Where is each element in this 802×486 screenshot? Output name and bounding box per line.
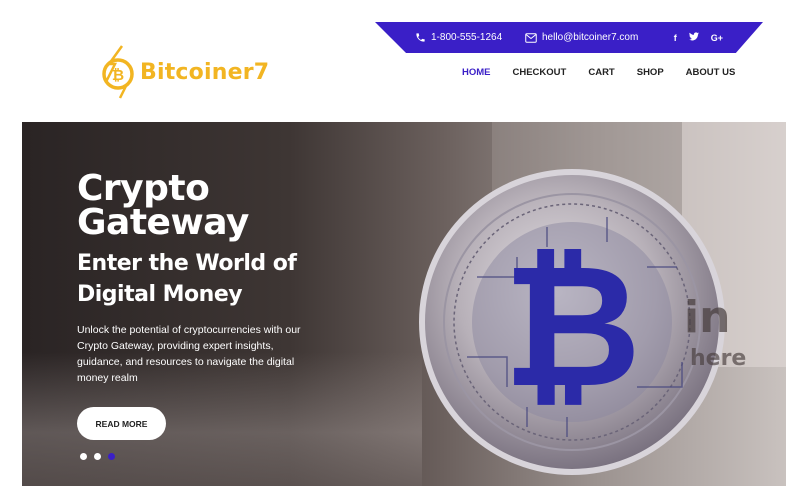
- main-nav: HOME CHECKOUT CART SHOP ABOUT US: [462, 67, 735, 78]
- bitcoin-logo-icon: ₿: [102, 45, 134, 99]
- facebook-icon[interactable]: f: [674, 33, 677, 43]
- brand-logo[interactable]: ₿ Bitcoiner7: [100, 44, 269, 100]
- hero-slider: ₿ in here Crypto Gateway Enter the World…: [22, 122, 786, 486]
- hero-description: Unlock the potential of cryptocurrencies…: [77, 324, 301, 384]
- nav-cart[interactable]: CART: [588, 67, 614, 78]
- brand-name: Bitcoiner7: [140, 59, 270, 85]
- email-address: hello@bitcoiner7.com: [542, 32, 639, 43]
- nav-home[interactable]: HOME: [462, 67, 491, 78]
- slider-dot[interactable]: [80, 453, 87, 460]
- phone-link[interactable]: 1-800-555-1264: [415, 22, 502, 53]
- phone-icon: [416, 33, 425, 42]
- hero-title: Crypto Gateway: [77, 168, 249, 243]
- google-plus-icon[interactable]: G+: [711, 33, 723, 43]
- watermark-here: here: [690, 346, 747, 371]
- read-more-button[interactable]: READ MORE: [77, 407, 166, 440]
- nav-checkout[interactable]: CHECKOUT: [513, 67, 567, 78]
- slider-dot[interactable]: [94, 453, 101, 460]
- nav-shop[interactable]: SHOP: [637, 67, 664, 78]
- email-link[interactable]: hello@bitcoiner7.com: [525, 22, 638, 53]
- slider-dots: [80, 453, 115, 460]
- social-links: f G+: [674, 22, 723, 53]
- slider-dot-active[interactable]: [108, 453, 115, 460]
- nav-about-us[interactable]: ABOUT US: [686, 67, 736, 78]
- hero-subtitle: Enter the World of Digital Money: [77, 251, 297, 307]
- svg-text:₿: ₿: [112, 66, 124, 84]
- watermark-in: in: [684, 292, 731, 343]
- phone-number: 1-800-555-1264: [431, 32, 503, 43]
- contact-bar: 1-800-555-1264 hello@bitcoiner7.com f G+: [375, 22, 763, 53]
- twitter-icon[interactable]: [688, 32, 699, 43]
- mail-icon: [525, 32, 537, 43]
- svg-text:₿: ₿: [503, 228, 642, 426]
